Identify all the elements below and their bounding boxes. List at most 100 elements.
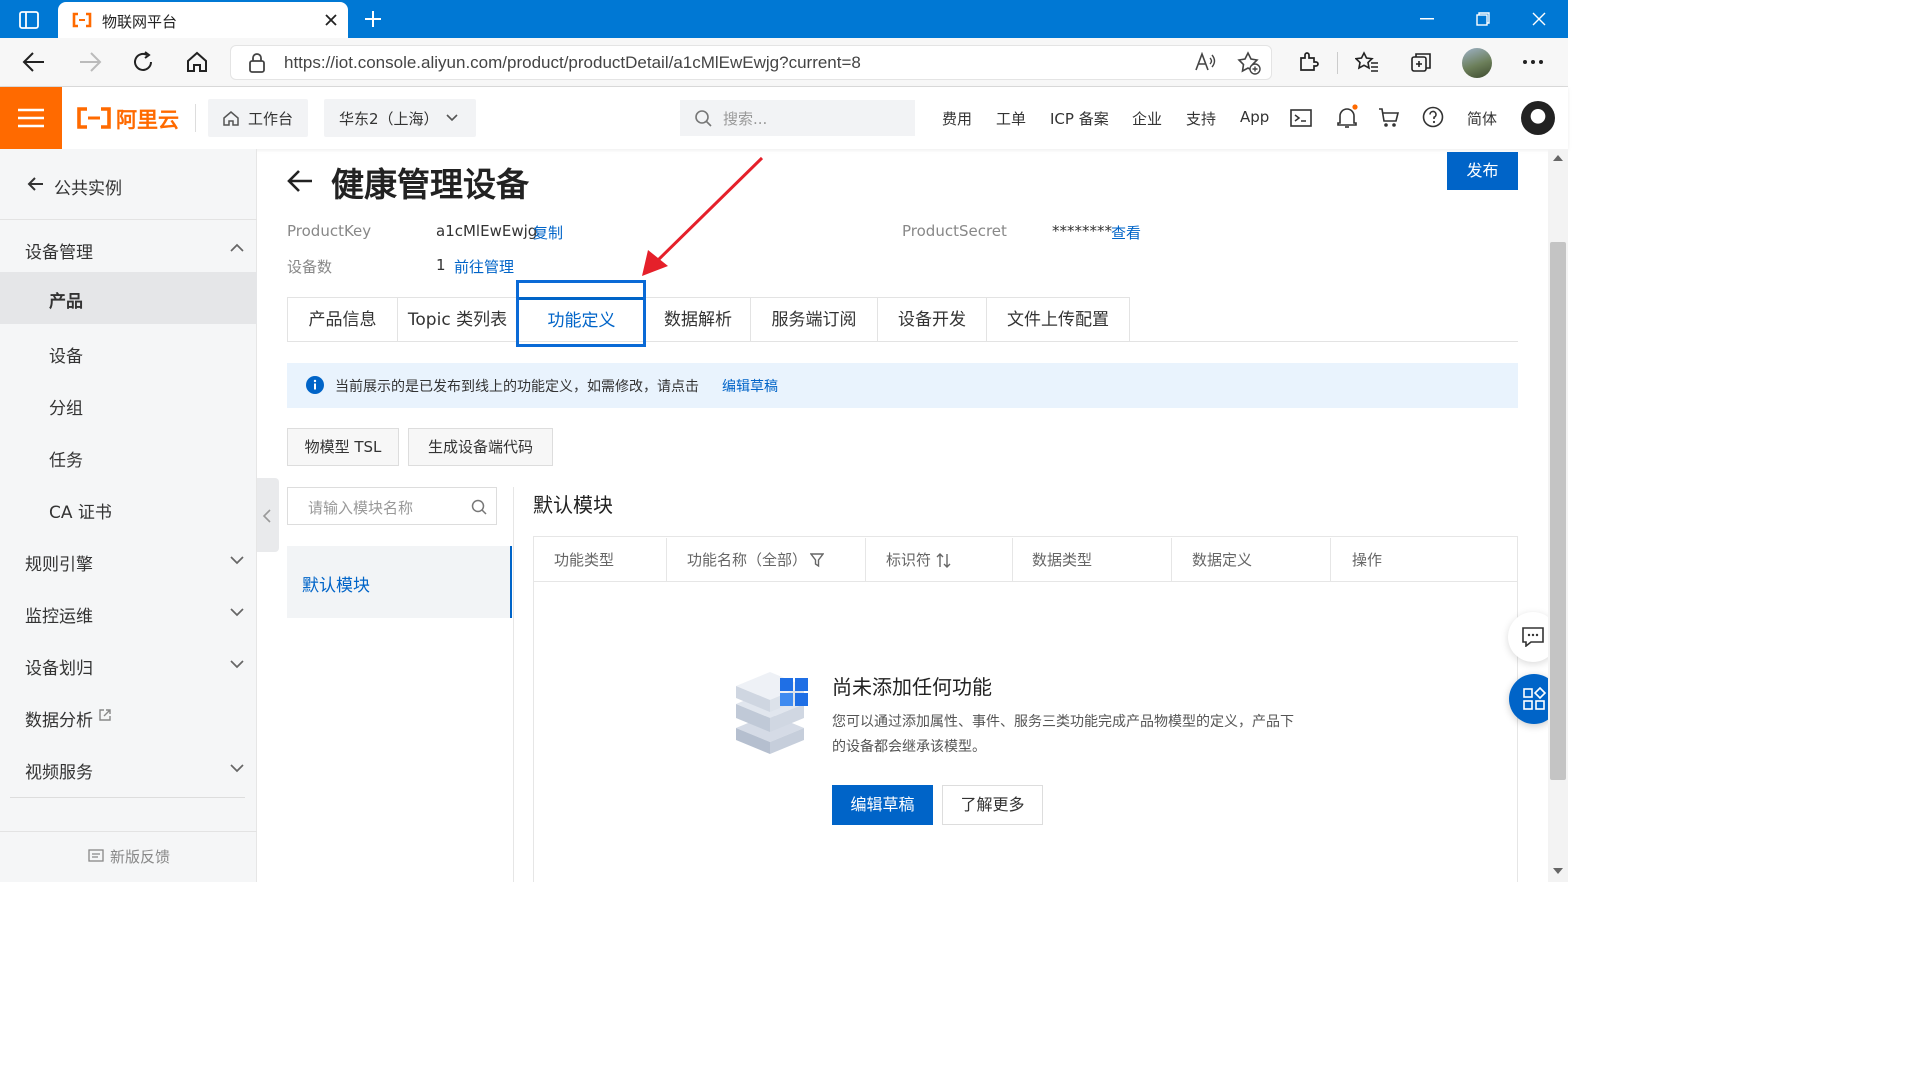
lock-icon[interactable] xyxy=(248,53,266,73)
tab-server-subscription[interactable]: 服务端订阅 xyxy=(750,297,877,342)
tab-topic-list[interactable]: Topic 类列表 xyxy=(397,297,517,342)
hamburger-menu-button[interactable] xyxy=(0,87,62,149)
notice-edit-draft-link[interactable]: 编辑草稿 xyxy=(722,376,778,396)
notice-banner: 当前展示的是已发布到线上的功能定义，如需修改，请点击 编辑草稿 xyxy=(287,363,1518,408)
product-secret-label: ProductSecret xyxy=(902,222,1007,240)
module-list-item[interactable]: 默认模块 xyxy=(287,546,512,618)
nav-cost[interactable]: 费用 xyxy=(942,108,972,129)
device-count-label: 设备数 xyxy=(287,258,333,276)
cart-icon[interactable] xyxy=(1378,107,1400,129)
nav-app[interactable]: App xyxy=(1240,108,1269,126)
tab-product-info[interactable]: 产品信息 xyxy=(287,297,397,342)
publish-button[interactable]: 发布 xyxy=(1447,152,1518,190)
aliyun-logo[interactable]: 阿里云 xyxy=(76,104,180,132)
nav-support[interactable]: 支持 xyxy=(1186,108,1216,129)
tab-device-development[interactable]: 设备开发 xyxy=(877,297,986,342)
search-icon xyxy=(694,109,712,127)
sidebar-item-task[interactable]: 任务 xyxy=(0,431,257,483)
back-arrow-icon[interactable] xyxy=(286,168,314,194)
page-scrollbar-thumb[interactable] xyxy=(1550,242,1566,780)
aliyun-logo-icon xyxy=(77,107,111,129)
view-secret-link[interactable]: 查看 xyxy=(1111,222,1141,243)
chevron-down-icon xyxy=(230,608,244,617)
chevron-down-icon xyxy=(230,764,244,773)
sidebar-group-monitoring[interactable]: 监控运维 xyxy=(0,587,257,639)
goto-manage-link[interactable]: 前往管理 xyxy=(454,256,514,277)
profile-avatar[interactable] xyxy=(1462,48,1492,78)
feedback-button[interactable]: 新版反馈 xyxy=(88,846,188,868)
sidebar-group-video-service[interactable]: 视频服务 xyxy=(0,743,257,795)
module-search-input[interactable]: 请输入模块名称 xyxy=(287,487,497,525)
home-icon[interactable] xyxy=(185,50,209,74)
notification-bell-icon[interactable] xyxy=(1336,104,1358,130)
tab-file-upload-config[interactable]: 文件上传配置 xyxy=(986,297,1130,342)
learn-more-button[interactable]: 了解更多 xyxy=(942,785,1043,825)
more-menu-icon[interactable] xyxy=(1523,60,1543,64)
forward-icon[interactable] xyxy=(78,51,102,73)
sidebar-item-ca-cert[interactable]: CA 证书 xyxy=(0,483,257,535)
search-placeholder: 搜索... xyxy=(723,110,768,128)
annotation-arrow xyxy=(636,154,768,282)
filter-icon[interactable] xyxy=(810,553,824,568)
sidebar-group-device-management[interactable]: 设备管理 xyxy=(0,223,257,275)
close-window-icon[interactable] xyxy=(1532,12,1546,26)
workbench-button[interactable]: 工作台 xyxy=(208,99,308,137)
terminal-icon[interactable] xyxy=(1290,108,1312,128)
browser-tab[interactable]: 物联网平台 xyxy=(58,2,348,38)
copy-link[interactable]: 复制 xyxy=(533,222,563,243)
minimize-icon[interactable] xyxy=(1420,18,1434,20)
favorites-icon[interactable] xyxy=(1355,51,1379,73)
url-text: https://iot.console.aliyun.com/product/p… xyxy=(284,53,861,72)
home-icon xyxy=(222,110,240,126)
sidebar-item-device[interactable]: 设备 xyxy=(0,327,257,379)
column-function-name: 功能名称（全部） xyxy=(687,551,808,569)
new-tab-icon[interactable] xyxy=(363,9,383,29)
sidebar-group-data-analysis[interactable]: 数据分析 xyxy=(0,691,257,743)
back-icon[interactable] xyxy=(22,51,46,73)
sidebar-collapse-handle[interactable] xyxy=(257,478,279,552)
sidebar-divider xyxy=(0,831,257,832)
language-switch[interactable]: 简体 xyxy=(1467,108,1497,129)
sidebar-group-rule-engine[interactable]: 规则引擎 xyxy=(0,535,257,587)
chevron-down-icon xyxy=(230,556,244,565)
product-key-value: a1cMlEwEwjg xyxy=(436,222,538,240)
tab-data-parsing[interactable]: 数据解析 xyxy=(645,297,750,342)
refresh-icon[interactable] xyxy=(131,50,155,74)
console-search-input[interactable]: 搜索... xyxy=(680,100,915,136)
restore-icon[interactable] xyxy=(1476,12,1490,26)
column-data-type: 数据类型 xyxy=(1032,551,1093,569)
tab-title: 物联网平台 xyxy=(102,13,178,31)
extensions-icon[interactable] xyxy=(1297,51,1319,73)
sidebar-item-group[interactable]: 分组 xyxy=(0,379,257,431)
edit-draft-button[interactable]: 编辑草稿 xyxy=(832,785,933,825)
column-identifier: 标识符 xyxy=(886,551,932,569)
sort-icon[interactable] xyxy=(936,553,952,568)
sidebar-group-label: 规则引擎 xyxy=(25,555,93,575)
apps-grid-icon xyxy=(1522,687,1546,711)
sidebar-item-label: 设备 xyxy=(49,347,83,367)
scroll-down-icon[interactable] xyxy=(1553,868,1563,874)
help-icon[interactable] xyxy=(1422,106,1444,128)
feedback-label: 新版反馈 xyxy=(110,848,171,866)
scroll-up-icon[interactable] xyxy=(1553,155,1563,161)
sidebar-group-device-assignment[interactable]: 设备划归 xyxy=(0,639,257,691)
column-actions: 操作 xyxy=(1352,551,1383,569)
generate-device-code-button[interactable]: 生成设备端代码 xyxy=(408,428,553,466)
sidebar-divider xyxy=(10,797,245,798)
sidebar-back-public-instance[interactable]: 公共实例 xyxy=(0,159,257,211)
close-tab-icon[interactable] xyxy=(324,13,338,27)
annotation-highlight-box xyxy=(516,280,646,347)
tab-actions-icon[interactable] xyxy=(18,9,40,31)
collections-icon[interactable] xyxy=(1409,51,1433,75)
user-avatar[interactable] xyxy=(1521,101,1555,135)
read-aloud-icon[interactable] xyxy=(1194,52,1216,72)
tsl-button[interactable]: 物模型 TSL xyxy=(287,428,399,466)
region-selector[interactable]: 华东2（上海） xyxy=(324,99,476,137)
add-favorite-icon[interactable] xyxy=(1237,51,1261,75)
nav-ticket[interactable]: 工单 xyxy=(996,108,1026,129)
nav-enterprise[interactable]: 企业 xyxy=(1132,108,1162,129)
sidebar-item-product[interactable]: 产品 xyxy=(0,272,257,324)
nav-icp[interactable]: ICP 备案 xyxy=(1050,108,1109,129)
tabs-baseline xyxy=(1130,341,1518,342)
toolbar-divider xyxy=(1337,52,1338,74)
